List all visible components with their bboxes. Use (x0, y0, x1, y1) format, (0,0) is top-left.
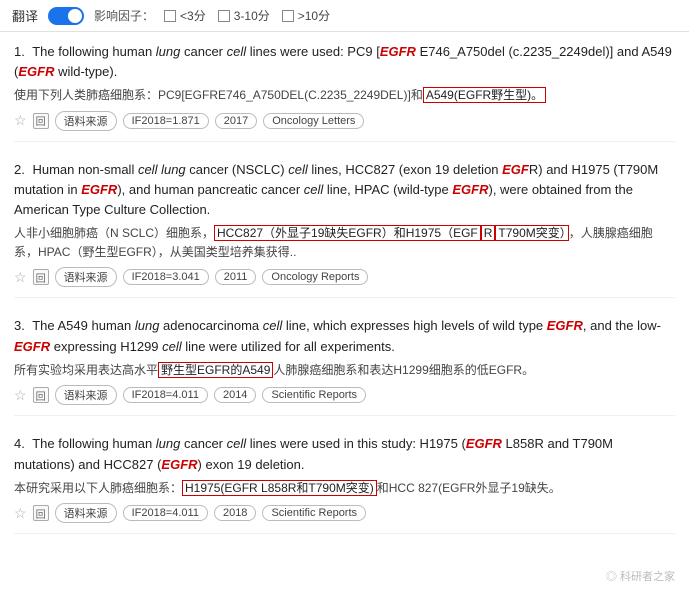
result-2-if-tag[interactable]: IF2018=3.041 (123, 269, 209, 285)
result-3-icon-btn[interactable]: 回 (33, 387, 49, 403)
result-2-star[interactable]: ☆ (14, 269, 27, 286)
egfr-6: EGFR (547, 318, 583, 333)
filter-3-10-label: 3-10分 (234, 7, 270, 24)
toggle-knob (68, 9, 82, 23)
result-1-zh-highlight: A549(EGFR野生型)。 (423, 87, 546, 103)
result-4-text-en: 4. The following human lung cancer cell … (14, 434, 675, 474)
result-2-zh-highlight3: T790M突变） (495, 225, 568, 241)
egfr-2: EGFR (18, 64, 54, 79)
result-1-if-tag[interactable]: IF2018=1.871 (123, 113, 209, 129)
result-1-text-en: 1. The following human lung cancer cell … (14, 42, 675, 82)
egfr-7: EGFR (14, 339, 50, 354)
result-4-if-tag[interactable]: IF2018=4.011 (123, 505, 208, 521)
result-4-journal-tag[interactable]: Scientific Reports (262, 505, 366, 521)
result-4-source-tag[interactable]: 语料来源 (55, 503, 117, 523)
filter-3-10[interactable]: 3-10分 (218, 7, 270, 24)
filter-lt3-label: <3分 (180, 7, 206, 24)
result-4-number: 4. (14, 436, 25, 451)
watermark: ◎ 科研者之家 (606, 568, 675, 584)
filter-gt10[interactable]: >10分 (282, 7, 330, 24)
impact-label: 影响因子： (94, 7, 154, 24)
result-1-number: 1. (14, 44, 25, 59)
result-1-source-tag[interactable]: 语料来源 (55, 111, 117, 131)
result-3-star[interactable]: ☆ (14, 387, 27, 404)
egfr-3: EGF (502, 162, 529, 177)
result-2-meta: ☆ 回 语料来源 IF2018=3.041 2011 Oncology Repo… (14, 267, 675, 287)
filter-3-10-checkbox[interactable] (218, 10, 230, 22)
result-1-text-zh: 使用下列人类肺癌细胞系：PC9[EGFRE746_A750DEL(C.2235_… (14, 86, 675, 105)
egfr-4: EGFR (81, 182, 117, 197)
result-1-meta: ☆ 回 语料来源 IF2018=1.871 2017 Oncology Lett… (14, 111, 675, 131)
filter-group: <3分 3-10分 >10分 (164, 7, 330, 24)
filter-lt3-checkbox[interactable] (164, 10, 176, 22)
translate-label: 翻译 (12, 6, 38, 25)
result-3-text-en: 3. The A549 human lung adenocarcinoma ce… (14, 316, 675, 356)
result-2-text-en: 2. Human non-small cell lung cancer (NSC… (14, 160, 675, 220)
result-3-text-zh: 所有实验均采用表达高水平野生型EGFR的A549人肺腺癌细胞系和表达H1299细… (14, 361, 675, 380)
egfr-5: EGFR (452, 182, 488, 197)
results-container: 1. The following human lung cancer cell … (0, 32, 689, 562)
filter-lt3[interactable]: <3分 (164, 7, 206, 24)
result-2-number: 2. (14, 162, 25, 177)
result-3-number: 3. (14, 318, 25, 333)
result-4-meta: ☆ 回 语料来源 IF2018=4.011 2018 Scientific Re… (14, 503, 675, 523)
result-4-zh-highlight: H1975(EGFR L858R和T790M突变) (182, 480, 377, 496)
watermark-text: ◎ 科研者之家 (606, 571, 675, 583)
result-2-source-tag[interactable]: 语料来源 (55, 267, 117, 287)
result-item-2: 2. Human non-small cell lung cancer (NSC… (14, 160, 675, 299)
result-4-star[interactable]: ☆ (14, 505, 27, 522)
translate-toggle[interactable] (48, 7, 84, 25)
filter-gt10-checkbox[interactable] (282, 10, 294, 22)
result-item-4: 4. The following human lung cancer cell … (14, 434, 675, 534)
result-2-text-zh: 人非小细胞肺癌（N SCLC）细胞系，HCC827（外显子19缺失EGFR）和H… (14, 224, 675, 261)
result-1-journal-tag[interactable]: Oncology Letters (263, 113, 364, 129)
result-3-journal-tag[interactable]: Scientific Reports (262, 387, 366, 403)
result-4-year-tag[interactable]: 2018 (214, 505, 256, 521)
result-item-3: 3. The A549 human lung adenocarcinoma ce… (14, 316, 675, 416)
result-4-text-zh: 本研究采用以下人肺癌细胞系：H1975(EGFR L858R和T790M突变)和… (14, 479, 675, 498)
result-3-meta: ☆ 回 语料来源 IF2018=4.011 2014 Scientific Re… (14, 385, 675, 405)
result-3-source-tag[interactable]: 语料来源 (55, 385, 117, 405)
result-3-if-tag[interactable]: IF2018=4.011 (123, 387, 208, 403)
topbar: 翻译 影响因子： <3分 3-10分 >10分 (0, 0, 689, 32)
result-item-1: 1. The following human lung cancer cell … (14, 42, 675, 142)
result-3-year-tag[interactable]: 2014 (214, 387, 256, 403)
egfr-8: EGFR (466, 436, 502, 451)
egfr-9: EGFR (161, 457, 197, 472)
result-2-zh-highlight2: R (481, 225, 496, 241)
result-4-icon-btn[interactable]: 回 (33, 505, 49, 521)
result-2-journal-tag[interactable]: Oncology Reports (262, 269, 368, 285)
result-1-star[interactable]: ☆ (14, 112, 27, 129)
result-3-zh-highlight: 野生型EGFR的A549 (158, 362, 273, 378)
result-2-zh-highlight1: HCC827（外显子19缺失EGFR）和H1975（EGF (214, 225, 481, 241)
result-2-icon-btn[interactable]: 回 (33, 269, 49, 285)
result-2-year-tag[interactable]: 2011 (215, 269, 257, 285)
egfr-1: EGFR (380, 44, 416, 59)
filter-gt10-label: >10分 (298, 7, 330, 24)
result-1-year-tag[interactable]: 2017 (215, 113, 257, 129)
result-1-icon-btn[interactable]: 回 (33, 113, 49, 129)
